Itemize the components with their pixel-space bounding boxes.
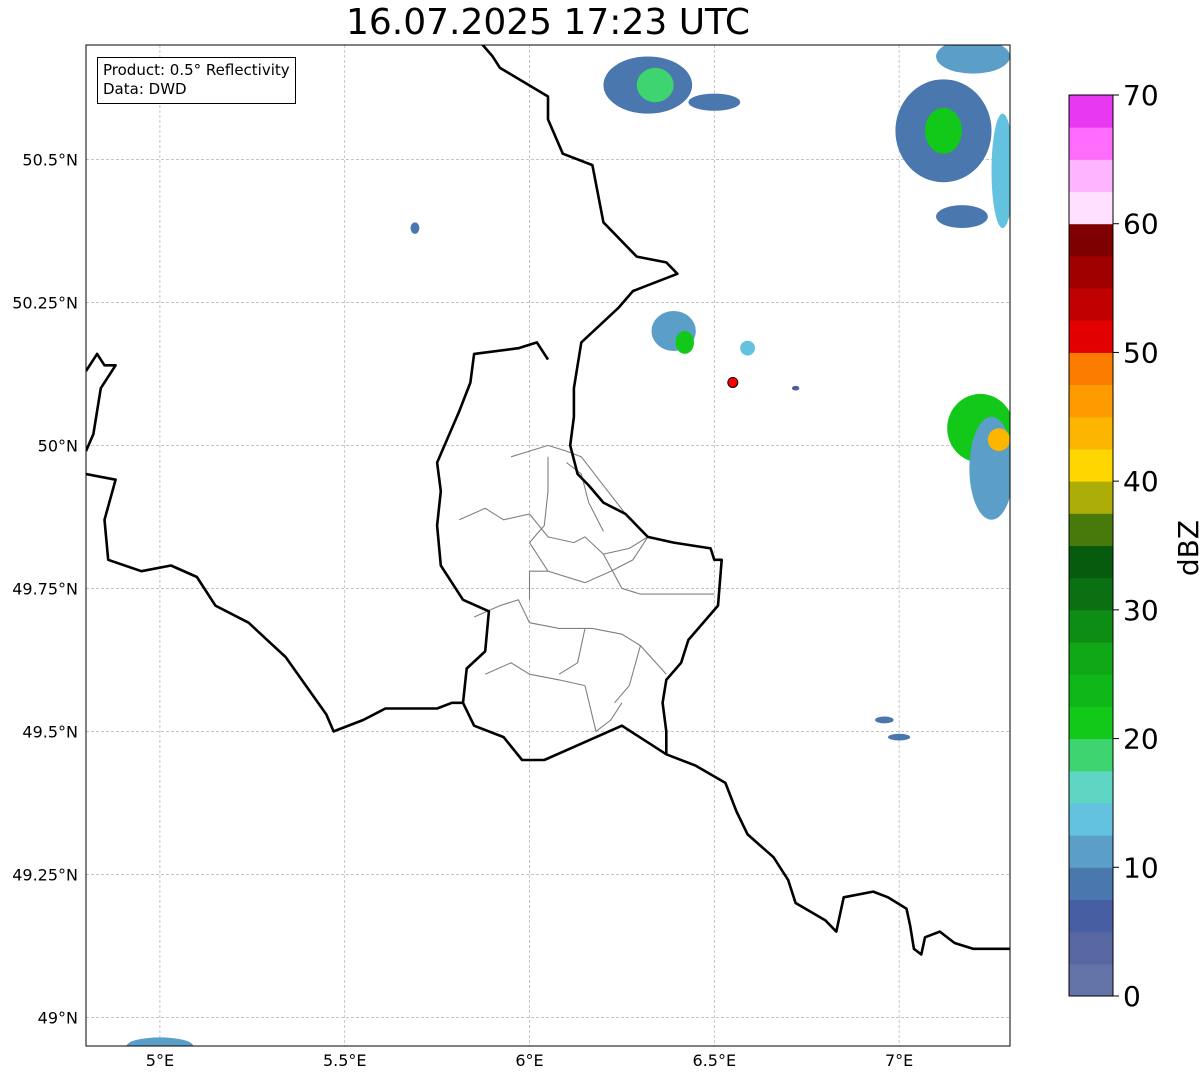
latitude-tick-label: 49.75°N	[12, 579, 78, 598]
reflectivity-echo	[675, 331, 694, 354]
colorbar-bin	[1069, 448, 1113, 482]
reflectivity-echo	[936, 205, 988, 229]
longitude-tick-label: 5°E	[146, 1051, 174, 1070]
colorbar-bin	[1069, 352, 1113, 386]
colorbar-bins	[1069, 95, 1113, 997]
reflectivity-echo	[888, 733, 911, 741]
colorbar-label: dBZ	[1172, 520, 1202, 576]
colorbar-bin	[1069, 95, 1113, 128]
colorbar-bin	[1069, 867, 1113, 900]
radar-map: 5°E 5.5°E 6°E 6.5°E 7°E 49°N 49.25°N 49.5°N 49.…	[12, 44, 1202, 1070]
colorbar-bin	[1069, 738, 1113, 772]
colorbar-bin	[1069, 642, 1113, 675]
colorbar-bin	[1069, 223, 1113, 257]
colorbar-tick-label: 0	[1123, 980, 1141, 1013]
colorbar-bin	[1069, 481, 1113, 514]
colorbar-bin	[1069, 706, 1113, 740]
colorbar-bin	[1069, 802, 1113, 836]
colorbar-bin	[1069, 320, 1113, 353]
colorbar-bin	[1069, 545, 1113, 579]
colorbar-tick-label: 60	[1123, 208, 1159, 241]
colorbar-bin	[1069, 384, 1113, 418]
colorbar-tick-label: 10	[1123, 851, 1159, 884]
colorbar-bin	[1069, 288, 1113, 321]
colorbar-bin	[1069, 770, 1113, 804]
latitude-tick-label: 49.25°N	[12, 865, 78, 884]
longitude-tick-label: 6.5°E	[693, 1051, 737, 1070]
reflectivity-echo	[924, 107, 962, 154]
reflectivity-echo	[636, 67, 674, 103]
colorbar-bin	[1069, 127, 1113, 160]
reflectivity-echo	[875, 716, 894, 724]
colorbar-bin	[1069, 835, 1113, 868]
longitude-tick-label: 7°E	[885, 1051, 913, 1070]
latitude-tick-label: 50.5°N	[22, 150, 78, 169]
product-info-box: Product: 0.5° Reflectivity Data: DWD	[97, 57, 296, 104]
colorbar-ticks: 0 10 20 30 40 50 60 70	[1113, 79, 1159, 1013]
reflectivity-echo	[987, 428, 1010, 452]
colorbar-tick-label: 30	[1123, 594, 1159, 627]
colorbar-tick-label: 50	[1123, 336, 1159, 369]
latitude-ticks: 49°N 49.25°N 49.5°N 49.75°N 50°N 50.25°N 50.5°…	[12, 150, 78, 1027]
reflectivity-echo	[740, 340, 755, 356]
latitude-tick-label: 49°N	[38, 1008, 78, 1027]
colorbar: 0 10 20 30 40 50 60 70 dBZ	[1068, 79, 1202, 1013]
colorbar-bin	[1069, 159, 1113, 193]
latitude-tick-label: 49.5°N	[22, 722, 78, 741]
longitude-ticks: 5°E 5.5°E 6°E 6.5°E 7°E	[146, 1051, 913, 1070]
colorbar-bin	[1069, 899, 1113, 933]
longitude-tick-label: 6°E	[515, 1051, 543, 1070]
colorbar-tick-label: 70	[1123, 79, 1159, 112]
data-source-label: Data: DWD	[103, 80, 187, 98]
longitude-tick-label: 5.5°E	[323, 1051, 367, 1070]
latitude-tick-label: 50°N	[38, 436, 78, 455]
reflectivity-echo	[791, 385, 800, 391]
map-plot-area	[86, 45, 1010, 1046]
colorbar-bin	[1069, 416, 1113, 450]
product-label: Product: 0.5° Reflectivity	[103, 61, 290, 79]
colorbar-bin	[1069, 674, 1113, 707]
reflectivity-echo	[688, 93, 741, 111]
latitude-tick-label: 50.25°N	[12, 293, 78, 312]
colorbar-tick-label: 20	[1123, 723, 1159, 756]
colorbar-bin	[1069, 255, 1113, 289]
colorbar-bin	[1069, 191, 1113, 225]
radar-site-marker	[727, 376, 739, 388]
reflectivity-echo	[936, 45, 1010, 74]
colorbar-tick-label: 40	[1123, 465, 1159, 498]
colorbar-bin	[1069, 609, 1113, 643]
colorbar-bin	[1069, 963, 1113, 997]
colorbar-bin	[1069, 513, 1113, 546]
colorbar-bin	[1069, 931, 1113, 965]
colorbar-bin	[1069, 577, 1113, 611]
reflectivity-echo	[410, 222, 420, 234]
